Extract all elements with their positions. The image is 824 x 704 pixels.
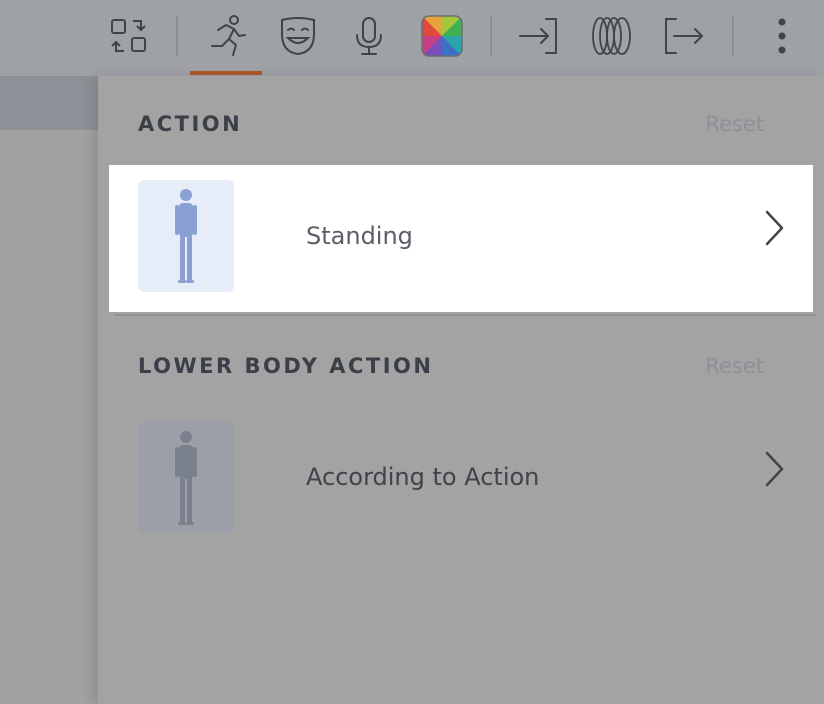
chevron-right-icon [765,210,784,246]
standing-person-thumbnail [138,180,234,292]
lower-body-value-label: According to Action [306,463,540,491]
swap-icon[interactable] [104,12,152,60]
action-runner-icon[interactable] [202,12,250,60]
section-title-action: ACTION [138,112,243,136]
lower-body-select-row[interactable]: According to Action [109,406,813,553]
action-panel: ACTION Reset Standing LOWER BODY ACTION … [98,76,824,704]
top-toolbar [0,0,824,76]
reset-button-lower-body[interactable]: Reset [705,354,764,378]
enter-icon[interactable] [514,12,562,60]
section-title-lower-body-action: LOWER BODY ACTION [138,354,434,378]
background-header-bar [0,76,98,130]
standing-person-thumbnail [138,422,234,533]
active-tab-indicator [190,71,262,75]
action-select-row[interactable]: Standing [109,165,813,312]
more-vertical-icon[interactable] [758,12,806,60]
expression-mask-icon[interactable] [274,12,322,60]
exit-icon[interactable] [660,12,708,60]
divider [114,314,817,316]
microphone-icon[interactable] [346,12,394,60]
action-value-label: Standing [306,222,413,250]
chevron-right-icon [765,451,784,487]
rings-icon[interactable] [588,12,636,60]
toolbar-separator [732,16,734,56]
toolbar-separator [490,16,492,56]
color-palette-icon[interactable] [418,12,466,60]
background-content [0,76,98,704]
toolbar-separator [176,16,178,56]
reset-button-action[interactable]: Reset [705,112,764,136]
